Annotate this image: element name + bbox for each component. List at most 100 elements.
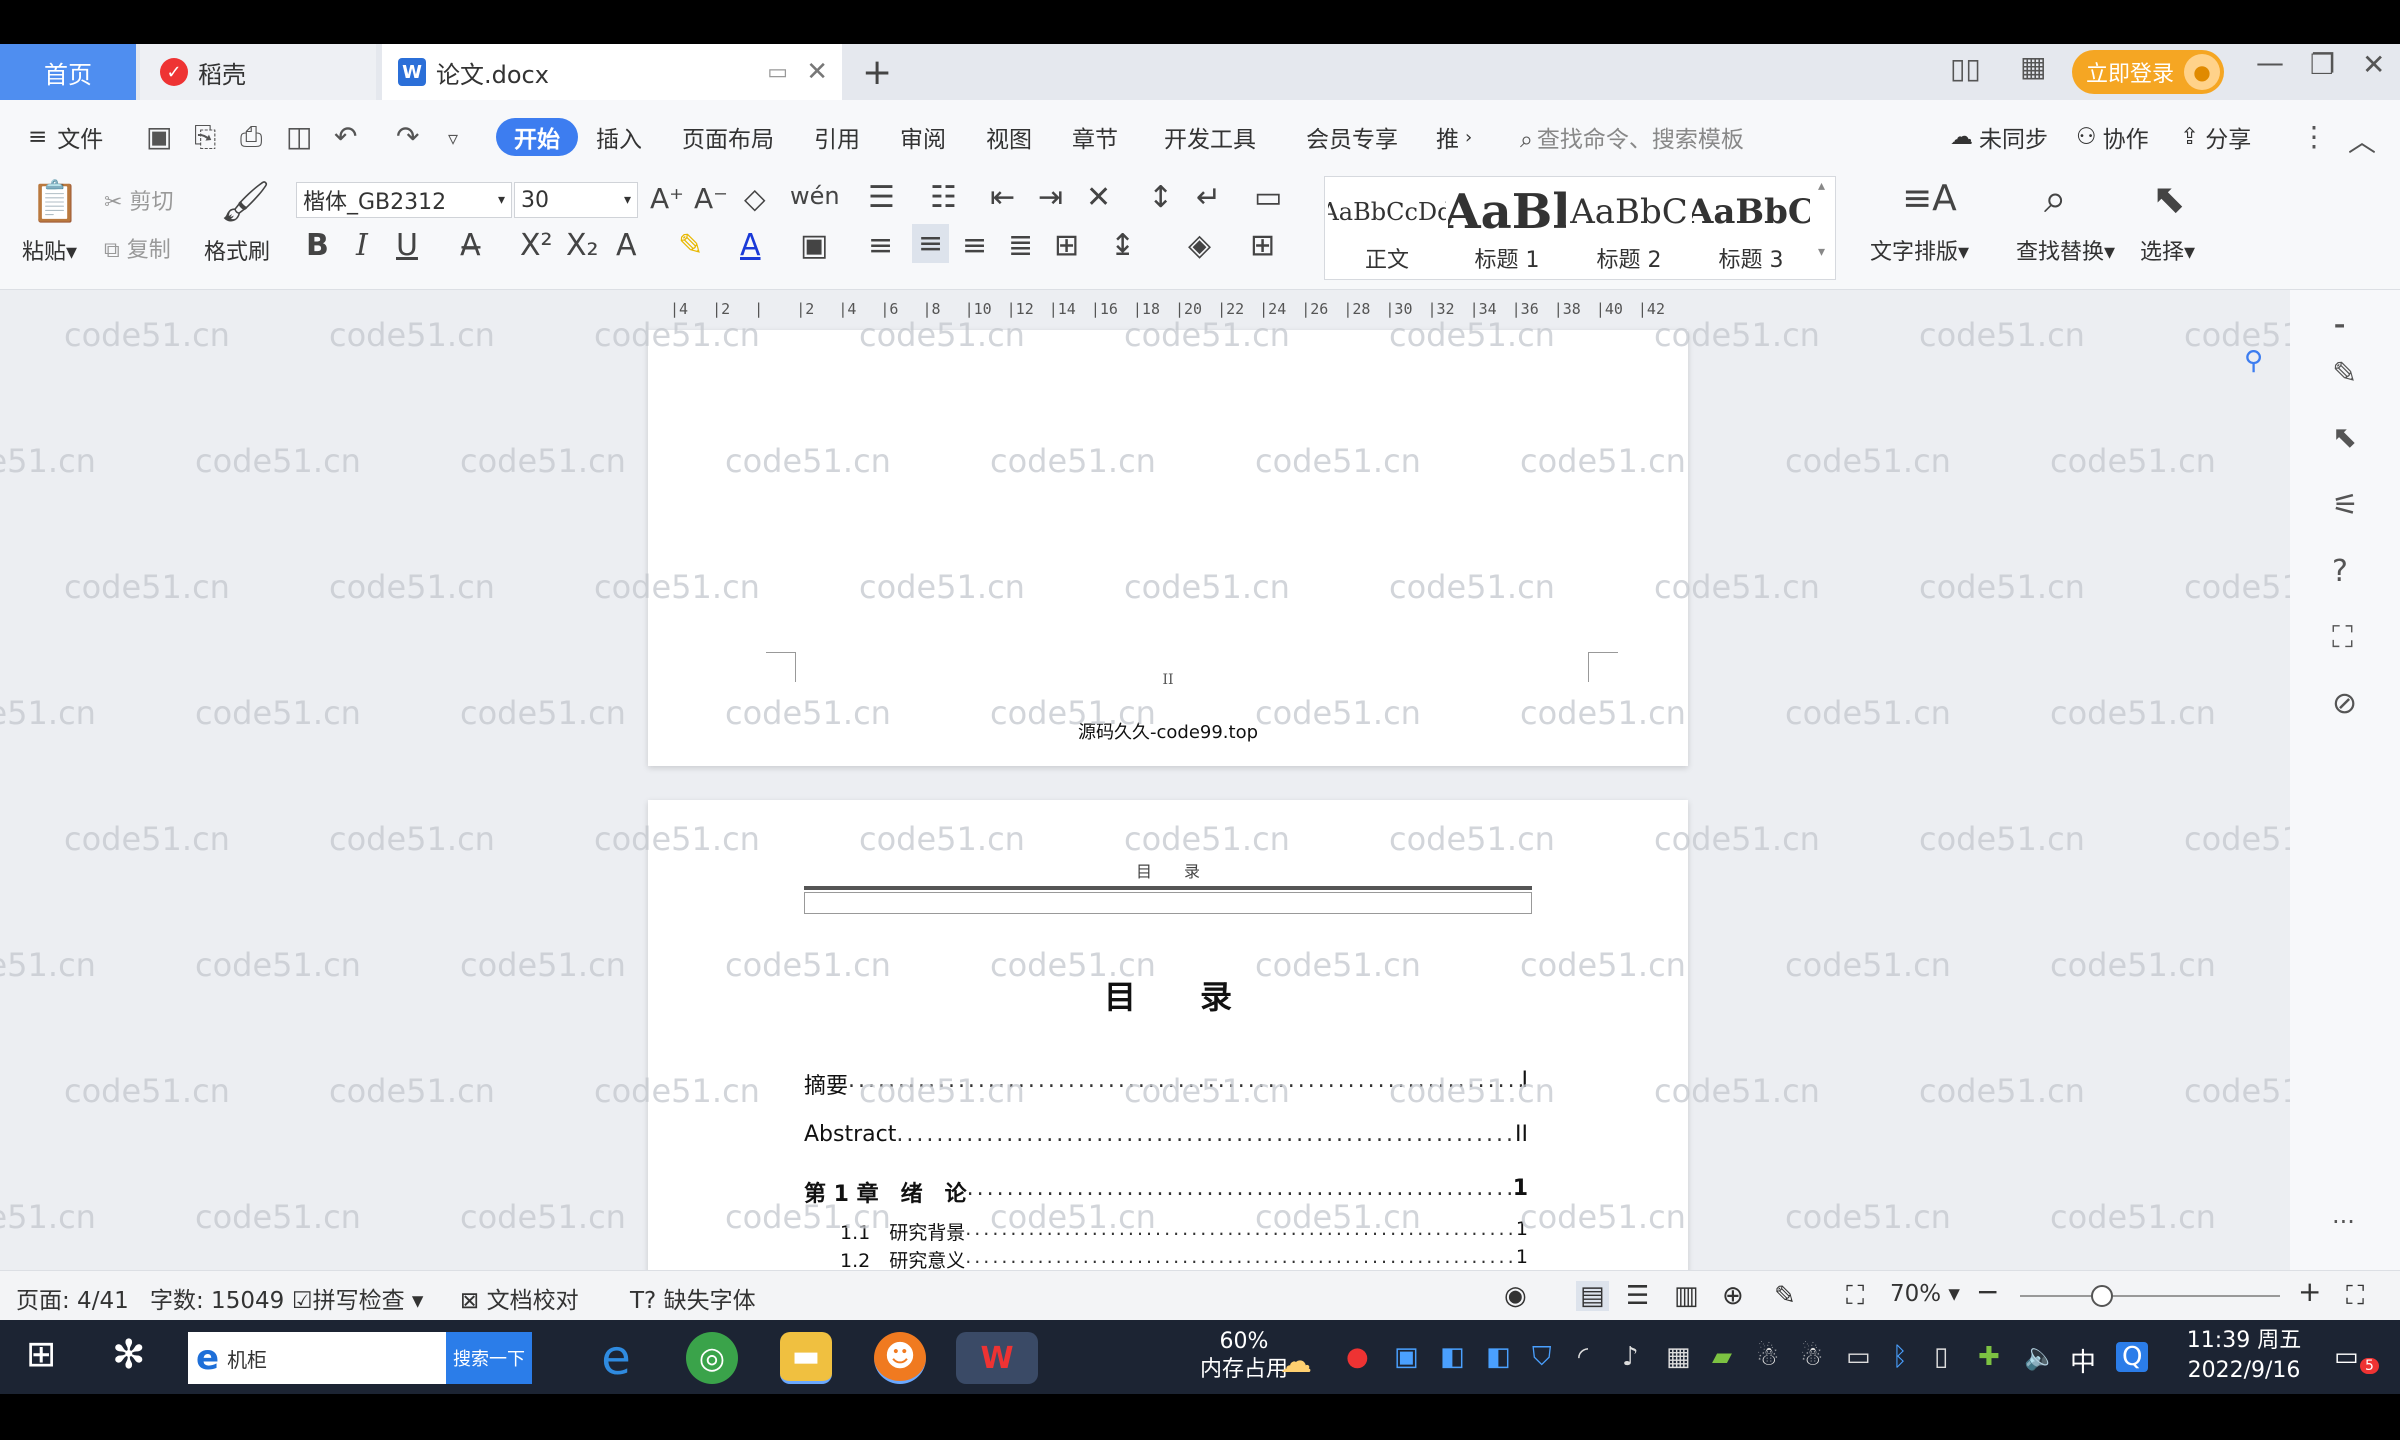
clear-format-icon[interactable]: ◇ (744, 182, 766, 215)
tray-app-1-icon[interactable]: ● (1346, 1342, 1369, 1372)
align-center-icon[interactable]: ≡ (912, 224, 950, 263)
undo-icon[interactable]: ↶ (334, 120, 357, 153)
document-canvas[interactable]: code51.cn code51.cn code51.cn code51.cn code… (0, 290, 2290, 1270)
style-heading-3[interactable]: AaBbC 标题 3 (1692, 182, 1810, 278)
outline-view-icon[interactable]: ☰ (1626, 1281, 1649, 1311)
grow-font-icon[interactable]: A⁺ (650, 182, 684, 215)
write-mode-icon[interactable]: ✎ (1774, 1281, 1796, 1311)
export-pdf-icon[interactable]: ⎘ (194, 120, 216, 154)
360-browser-icon[interactable]: ◎ (686, 1332, 738, 1384)
close-window-icon[interactable]: ✕ (2362, 48, 2385, 81)
format-painter-icon[interactable]: 🖌 (220, 178, 271, 225)
table-tools-icon[interactable]: ▭ (1254, 180, 1282, 215)
strikethrough-icon[interactable]: A̶ (460, 228, 481, 263)
bullet-list-icon[interactable]: ☰ (868, 180, 895, 215)
print-icon[interactable]: ⎙ (240, 120, 262, 154)
collapse-ribbon-icon[interactable]: ︿ (2348, 120, 2376, 160)
shrink-font-icon[interactable]: A⁻ (694, 182, 728, 215)
justify-icon[interactable]: ≣ (1008, 228, 1033, 263)
tab-insert[interactable]: 插入 (596, 118, 642, 156)
tab-view[interactable]: 视图 (986, 118, 1032, 156)
taskbar-search-box[interactable]: e 机柜 搜索一下 (188, 1332, 532, 1384)
find-replace-button[interactable]: 查找替换▾ (2016, 234, 2115, 266)
font-size-select[interactable]: 30 ▾ (514, 182, 638, 218)
page-view-icon[interactable]: ▤ (1576, 1281, 1609, 1311)
align-right-icon[interactable]: ≡ (962, 228, 987, 263)
align-left-icon[interactable]: ≡ (868, 228, 893, 263)
command-search[interactable]: ⌕ 查找命令、搜索模板 (1520, 120, 1744, 154)
pen-edit-icon[interactable]: ✎ (2332, 356, 2357, 391)
close-tab-icon[interactable]: ✕ (806, 57, 828, 87)
print-preview-icon[interactable]: ◫ (286, 120, 312, 153)
tray-q-icon[interactable]: Q (2116, 1342, 2149, 1372)
show-marks-icon[interactable]: ↵ (1196, 180, 1221, 215)
share-button[interactable]: ⇪ 分享 (2180, 118, 2251, 156)
spell-check-button[interactable]: ☑拼写检查 ▾ (292, 1281, 423, 1315)
apps-grid-icon[interactable]: ▦ (2020, 50, 2046, 83)
italic-icon[interactable]: I (356, 228, 368, 263)
proofread-button[interactable]: ⊠ 文档校对 (460, 1281, 579, 1315)
shading-icon[interactable]: ◈ (1188, 228, 1211, 263)
qq-alt-icon[interactable]: ☃ (1800, 1342, 1823, 1372)
usb-icon[interactable]: ▯ (1934, 1342, 1948, 1372)
increase-indent-icon[interactable]: ⇥ (1038, 180, 1063, 215)
subscript-icon[interactable]: X₂ (566, 228, 599, 263)
customize-quick-access-icon[interactable]: ▿ (448, 126, 458, 150)
zoom-in-icon[interactable]: + (2298, 1275, 2321, 1308)
help-icon[interactable]: ? (2332, 554, 2348, 589)
minimize-icon[interactable]: — (2256, 46, 2284, 79)
qq-icon[interactable]: ☃ (1756, 1342, 1779, 1372)
tab-docer[interactable]: ✓ 稻壳 (140, 44, 376, 100)
tab-reference[interactable]: 引用 (814, 118, 860, 156)
file-explorer-icon[interactable]: ▬ (780, 1332, 832, 1384)
file-menu[interactable]: ≡ 文件 (28, 118, 103, 156)
shield-icon[interactable]: ⛉ (1532, 1342, 1552, 1373)
borders-icon[interactable]: ⊞ (1250, 228, 1275, 263)
pin-window-icon[interactable]: ▭ (767, 60, 788, 85)
taskbar-search-button[interactable]: 搜索一下 (446, 1332, 532, 1384)
compass-icon[interactable]: ⊘ (2332, 686, 2357, 721)
ie-browser-icon[interactable]: e (590, 1330, 642, 1386)
weather-icon[interactable]: ☁ (1280, 1342, 1312, 1380)
tab-document[interactable]: W 论文.docx ▭ ✕ (382, 44, 842, 100)
line-spacing-icon[interactable]: ↨ (1110, 228, 1135, 263)
copy-button[interactable]: ⧉ 复制 (104, 232, 171, 264)
tab-member[interactable]: 会员专享 (1306, 118, 1398, 156)
tab-devtools[interactable]: 开发工具 (1164, 118, 1256, 156)
windows-start-icon[interactable]: ⊞ (26, 1334, 56, 1375)
text-effect-icon[interactable]: A (616, 228, 637, 263)
notification-bell-icon[interactable]: ♪ (1622, 1342, 1639, 1372)
phonetic-guide-icon[interactable]: wén (790, 182, 840, 210)
style-scroll-up-icon[interactable]: ▴ (1818, 178, 1825, 194)
web-view-icon[interactable]: ⊕ (1722, 1281, 1744, 1311)
redo-icon[interactable]: ↷ (396, 120, 419, 153)
reading-mode-icon[interactable]: ▯▯ (1950, 52, 1981, 85)
eye-protection-icon[interactable]: ◉ (1504, 1281, 1527, 1311)
tray-monitor-icon[interactable]: ▦ (1666, 1342, 1691, 1372)
login-button[interactable]: 立即登录 ● (2072, 50, 2224, 94)
tab-start[interactable]: 开始 (496, 118, 578, 156)
numbered-list-icon[interactable]: ☷ (930, 180, 957, 215)
wifi-icon[interactable]: ◜ (1578, 1342, 1588, 1372)
font-name-select[interactable]: 楷体_GB2312 ▾ (296, 182, 512, 218)
sort-icon[interactable]: ↕ (1148, 180, 1173, 215)
tray-app-2-icon[interactable]: ▣ (1394, 1342, 1419, 1372)
volume-icon[interactable]: 🔈 (2024, 1342, 2056, 1372)
game-app-icon[interactable]: ☻ (874, 1332, 926, 1384)
decrease-indent-icon[interactable]: ⇤ (990, 180, 1015, 215)
pinwheel-app-icon[interactable]: ✻ (112, 1332, 146, 1378)
collaborate-button[interactable]: ⚇ 协作 (2076, 118, 2149, 156)
ime-indicator[interactable]: 中 (2070, 1342, 2096, 1379)
bold-icon[interactable]: B (306, 228, 329, 263)
underline-icon[interactable]: U (396, 228, 418, 263)
sync-status[interactable]: ☁ 未同步 (1950, 118, 2048, 156)
select-arrow-icon[interactable]: ⬉ (2332, 420, 2357, 455)
char-border-icon[interactable]: ▣ (800, 228, 828, 263)
highlight-icon[interactable]: ✎ (678, 228, 703, 263)
zoom-slider[interactable] (2020, 1285, 2280, 1307)
chinese-layout-icon[interactable]: ✕ (1086, 180, 1111, 215)
style-heading-1[interactable]: AaBl 标题 1 (1448, 182, 1566, 278)
cut-button[interactable]: ✂ 剪切 (104, 184, 173, 216)
tab-page-layout[interactable]: 页面布局 (682, 118, 774, 156)
zoom-slider-knob[interactable] (2091, 1285, 2114, 1307)
